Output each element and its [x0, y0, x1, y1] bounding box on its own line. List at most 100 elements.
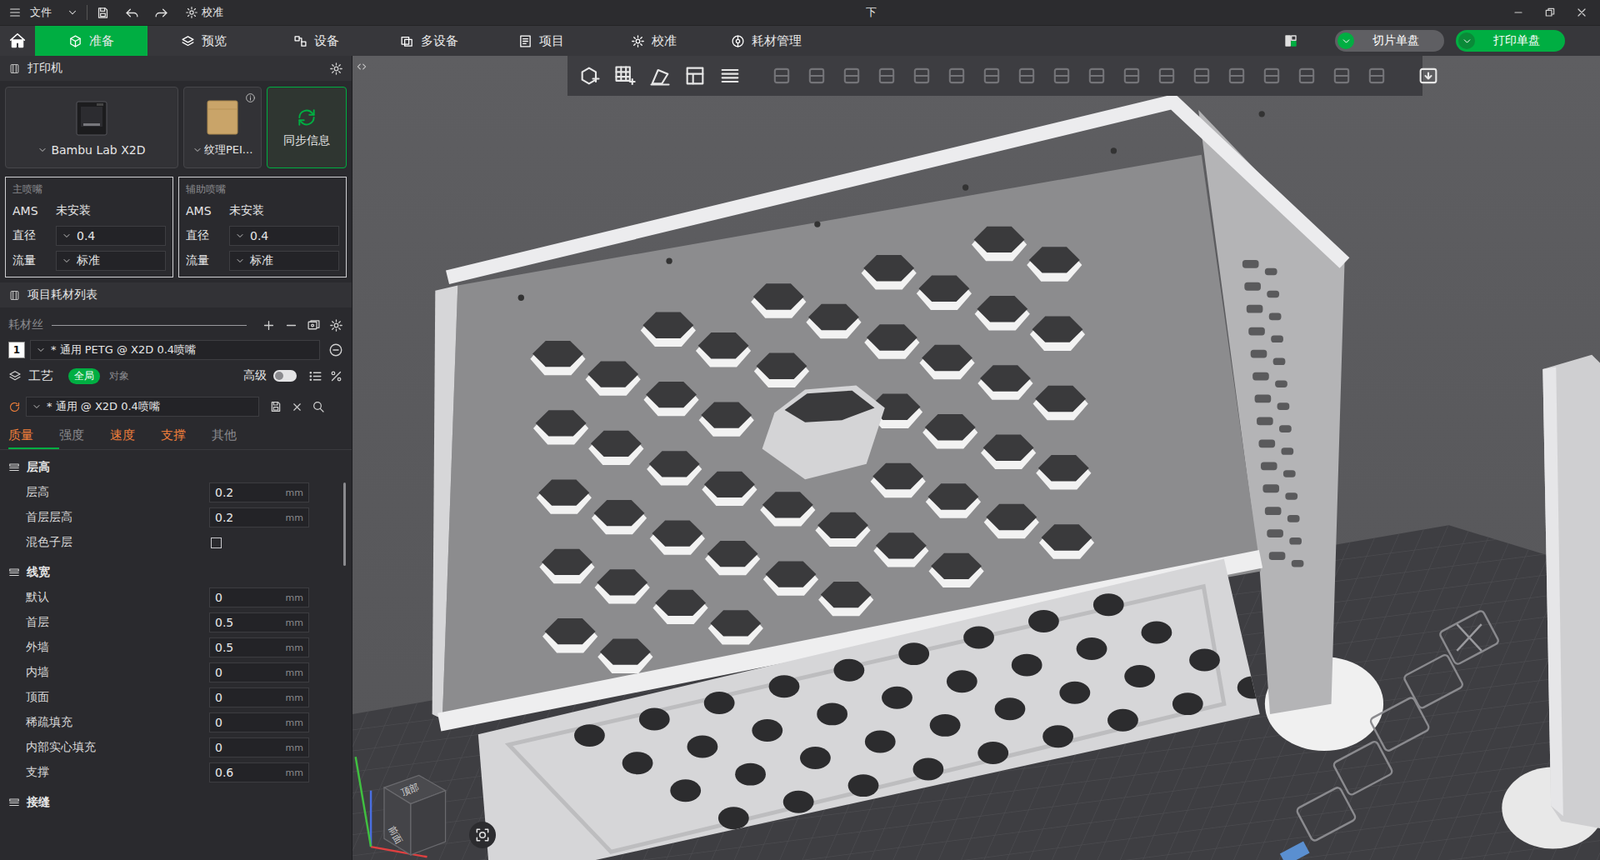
file-menu[interactable]: 文件	[30, 5, 52, 20]
filament-select[interactable]: * 通用 PETG @ X2D 0.4喷嘴	[30, 340, 320, 360]
settings-tab-label[interactable]: 速度	[110, 427, 135, 443]
process-preset-select[interactable]: * 通用 @ X2D 0.4喷嘴	[25, 396, 260, 417]
setting-checkbox[interactable]	[210, 537, 222, 549]
chevron-down-icon[interactable]	[66, 6, 79, 19]
calibrate-label[interactable]: 校准	[201, 5, 224, 20]
menu-icon[interactable]	[8, 5, 22, 20]
printer-model[interactable]: Bambu Lab X2D	[50, 143, 145, 157]
scope-option[interactable]: 全局	[68, 368, 100, 385]
nav-tab-label[interactable]: 校准	[651, 33, 677, 50]
minus-icon[interactable]	[284, 318, 299, 333]
setting-value[interactable]: 0.6	[215, 765, 234, 780]
close-icon[interactable]	[1575, 5, 1589, 20]
search-icon[interactable]	[311, 400, 325, 414]
setting-value[interactable]: 0	[215, 665, 223, 680]
view-cube-label[interactable]: 前面	[385, 824, 405, 846]
toolbar-tool-icon[interactable]	[1015, 64, 1039, 88]
view-cube-label[interactable]: 顶部	[400, 781, 421, 799]
nozzle-select[interactable]: 0.4	[55, 225, 166, 246]
settings-tab[interactable]: 其他	[211, 422, 263, 450]
filament-color-badge[interactable]: 1	[8, 341, 25, 359]
settings-tab[interactable]: 速度	[110, 422, 161, 450]
nav-tab[interactable]: 多设备	[372, 25, 485, 56]
setting-field[interactable]: 0mm	[209, 737, 310, 758]
nozzle-value[interactable]: 标准	[76, 253, 100, 269]
calibrate-menu[interactable]: 校准	[185, 5, 224, 20]
nav-tab-label[interactable]: 准备	[89, 33, 115, 50]
plate-view-icon[interactable]	[1283, 33, 1299, 49]
setting-value[interactable]: 0.2	[215, 485, 234, 500]
chevron-down-icon[interactable]	[61, 230, 72, 241]
nozzle-select[interactable]: 0.4	[229, 225, 340, 246]
restore-icon[interactable]	[1543, 5, 1557, 20]
toolbar-tool-icon[interactable]	[718, 64, 742, 88]
setting-value[interactable]: 0.5	[215, 615, 234, 630]
toolbar-tool-icon[interactable]	[1330, 64, 1354, 88]
settings-tab-label[interactable]: 支撑	[160, 427, 186, 443]
sync-label[interactable]: 同步信息	[283, 133, 330, 149]
scope-label[interactable]: 全局	[74, 370, 95, 382]
nav-tab-label[interactable]: 预览	[201, 33, 227, 50]
toolbar-tool-icon[interactable]	[648, 64, 672, 88]
setting-value[interactable]: 0.5	[215, 640, 234, 655]
nav-tab[interactable]: 预览	[147, 25, 260, 56]
sync-button[interactable]: 同步信息	[266, 86, 347, 169]
gear-icon[interactable]	[329, 318, 344, 333]
undo-icon[interactable]	[125, 5, 140, 20]
nav-tab[interactable]: 设备	[260, 25, 373, 56]
focus-icon[interactable]	[474, 826, 491, 844]
settings-tab-label[interactable]: 其他	[211, 427, 237, 443]
toolbar-tool-icon[interactable]	[1416, 64, 1440, 88]
print-button[interactable]: 打印单盘	[1455, 30, 1565, 52]
focus-button[interactable]	[469, 821, 496, 849]
toolbar-tool-icon[interactable]	[875, 64, 899, 88]
settings-tab-text[interactable]: 强度	[59, 427, 85, 444]
settings-tab[interactable]: 强度	[59, 422, 110, 450]
scrollbar[interactable]	[343, 482, 346, 566]
nozzle-value[interactable]: 0.4	[250, 229, 269, 243]
info-icon[interactable]	[245, 92, 256, 104]
settings-tab-label[interactable]: 强度	[59, 427, 85, 443]
list-icon[interactable]	[308, 369, 323, 384]
nav-tab[interactable]: 项目	[485, 25, 598, 56]
nav-tab-label[interactable]: 多设备	[420, 33, 459, 50]
nozzle-select[interactable]: 标准	[55, 250, 166, 271]
setting-field[interactable]: 0.5mm	[209, 612, 310, 633]
viewport[interactable]: 顶部前面	[352, 55, 1600, 860]
setting-field[interactable]: 0mm	[209, 662, 310, 683]
nav-tab[interactable]: 耗材管理	[710, 25, 823, 56]
save-icon[interactable]	[269, 400, 283, 414]
nav-tab-label[interactable]: 设备	[314, 33, 340, 50]
chevron-down-icon[interactable]	[192, 145, 203, 155]
slice-button[interactable]: 切片单盘	[1335, 30, 1445, 52]
plus-icon[interactable]	[261, 318, 276, 333]
advanced-toggle[interactable]	[273, 370, 297, 382]
setting-value[interactable]: 0	[215, 740, 223, 755]
collapse-panel-icon[interactable]	[355, 60, 368, 73]
toolbar-tool-icon[interactable]	[980, 64, 1004, 88]
setting-field[interactable]: 0mm	[209, 712, 310, 733]
toolbar-tool-icon[interactable]	[1295, 64, 1319, 88]
save-icon[interactable]	[95, 5, 110, 20]
model-scene[interactable]: 顶部前面	[352, 55, 1600, 860]
remove-filament-icon[interactable]	[328, 342, 344, 358]
nozzle-value[interactable]: 0.4	[76, 229, 95, 243]
toolbar-tool-icon[interactable]	[613, 64, 637, 88]
toolbar-tool-icon[interactable]	[1260, 64, 1284, 88]
nozzle-value[interactable]: 标准	[250, 253, 274, 269]
plate-type[interactable]: 纹理PEI...	[204, 142, 253, 158]
settings-tab-text[interactable]: 其他	[211, 427, 237, 444]
gear-icon[interactable]	[329, 61, 344, 76]
nav-tab[interactable]: 校准	[597, 25, 710, 56]
sync-icon[interactable]	[295, 106, 318, 129]
nav-tab-label[interactable]: 耗材管理	[751, 33, 802, 50]
setting-value[interactable]: 0.2	[215, 510, 234, 525]
setting-field[interactable]: 0.6mm	[209, 762, 310, 783]
setting-field[interactable]: 0.2mm	[209, 507, 310, 528]
toolbar-tool-icon[interactable]	[1050, 64, 1074, 88]
slice-button-label[interactable]: 切片单盘	[1362, 33, 1430, 49]
printer-card[interactable]: Bambu Lab X2D	[5, 86, 179, 169]
toolbar-tool-icon[interactable]	[805, 64, 829, 88]
filament-manage-icon[interactable]	[306, 318, 321, 333]
chevron-down-icon[interactable]	[61, 255, 72, 266]
